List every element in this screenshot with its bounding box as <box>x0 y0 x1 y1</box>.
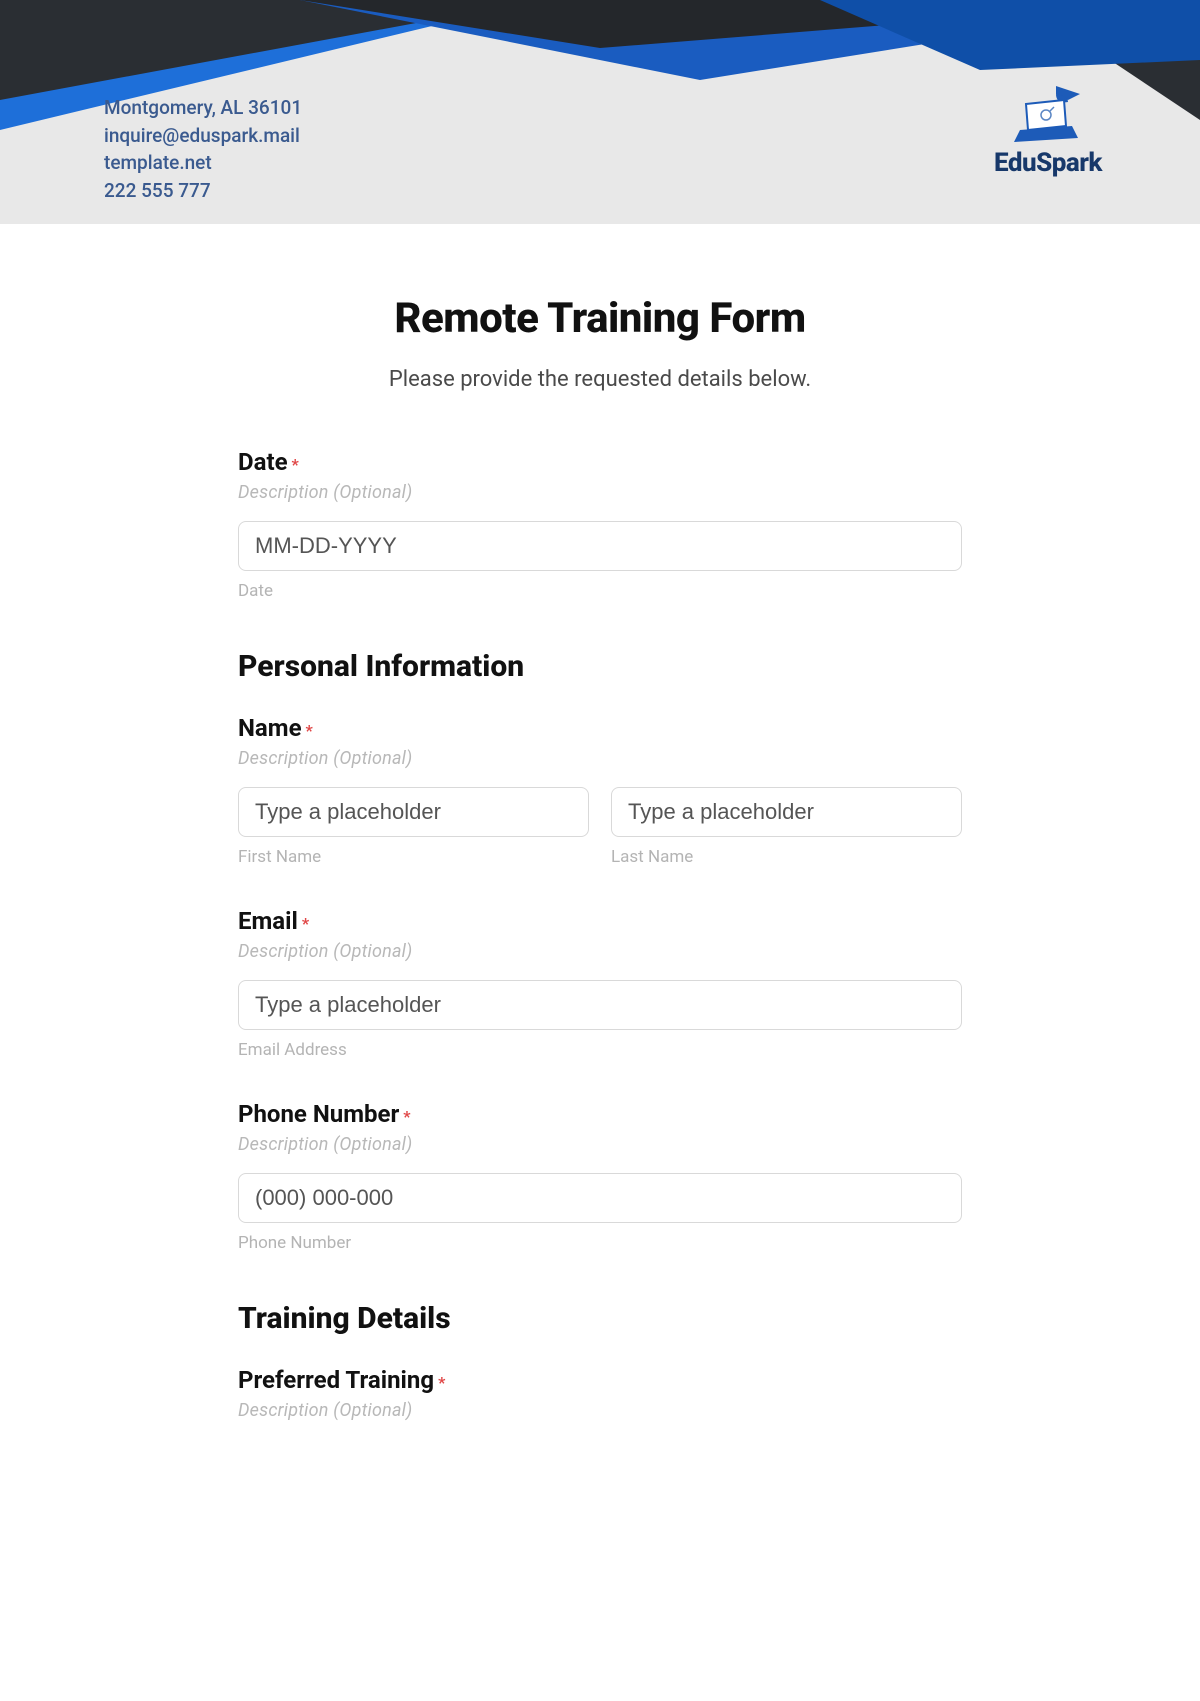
letterhead-header: Montgomery, AL 36101 inquire@eduspark.ma… <box>0 0 1200 224</box>
phone-field-group: Phone Number* Description (Optional) Pho… <box>238 1100 962 1253</box>
graduation-laptop-icon <box>1008 86 1088 144</box>
email-label: Email <box>238 907 298 935</box>
section-training-details: Training Details <box>238 1301 962 1336</box>
required-marker: * <box>292 455 299 474</box>
date-description[interactable]: Description (Optional) <box>238 482 962 503</box>
contact-info: Montgomery, AL 36101 inquire@eduspark.ma… <box>104 94 302 204</box>
contact-email: inquire@eduspark.mail <box>104 122 302 150</box>
contact-address: Montgomery, AL 36101 <box>104 94 302 122</box>
page-subtitle: Please provide the requested details bel… <box>238 367 962 392</box>
first-name-sublabel: First Name <box>238 847 589 867</box>
email-field-group: Email* Description (Optional) Email Addr… <box>238 907 962 1060</box>
date-sublabel: Date <box>238 581 962 601</box>
date-input[interactable] <box>238 521 962 571</box>
phone-description[interactable]: Description (Optional) <box>238 1134 962 1155</box>
brand-name: EduSpark <box>994 148 1102 178</box>
required-marker: * <box>306 721 313 740</box>
phone-input[interactable] <box>238 1173 962 1223</box>
brand-logo: EduSpark <box>994 86 1102 178</box>
page-title: Remote Training Form <box>238 294 962 343</box>
last-name-input[interactable] <box>611 787 962 837</box>
section-personal-information: Personal Information <box>238 649 962 684</box>
name-field-group: Name* Description (Optional) First Name … <box>238 714 962 867</box>
preferred-training-label: Preferred Training <box>238 1366 434 1394</box>
name-label: Name <box>238 714 302 742</box>
email-input[interactable] <box>238 980 962 1030</box>
phone-sublabel: Phone Number <box>238 1233 962 1253</box>
required-marker: * <box>302 914 309 933</box>
phone-label: Phone Number <box>238 1100 399 1128</box>
preferred-training-description[interactable]: Description (Optional) <box>238 1400 962 1421</box>
contact-site: template.net <box>104 149 302 177</box>
preferred-training-field-group: Preferred Training* Description (Optiona… <box>238 1366 962 1421</box>
form-container: Remote Training Form Please provide the … <box>130 224 1070 1461</box>
contact-phone: 222 555 777 <box>104 177 302 205</box>
date-label: Date <box>238 448 288 476</box>
name-description[interactable]: Description (Optional) <box>238 748 962 769</box>
last-name-sublabel: Last Name <box>611 847 962 867</box>
email-description[interactable]: Description (Optional) <box>238 941 962 962</box>
first-name-input[interactable] <box>238 787 589 837</box>
email-sublabel: Email Address <box>238 1040 962 1060</box>
required-marker: * <box>403 1107 410 1126</box>
date-field-group: Date* Description (Optional) Date <box>238 448 962 601</box>
required-marker: * <box>438 1373 445 1392</box>
